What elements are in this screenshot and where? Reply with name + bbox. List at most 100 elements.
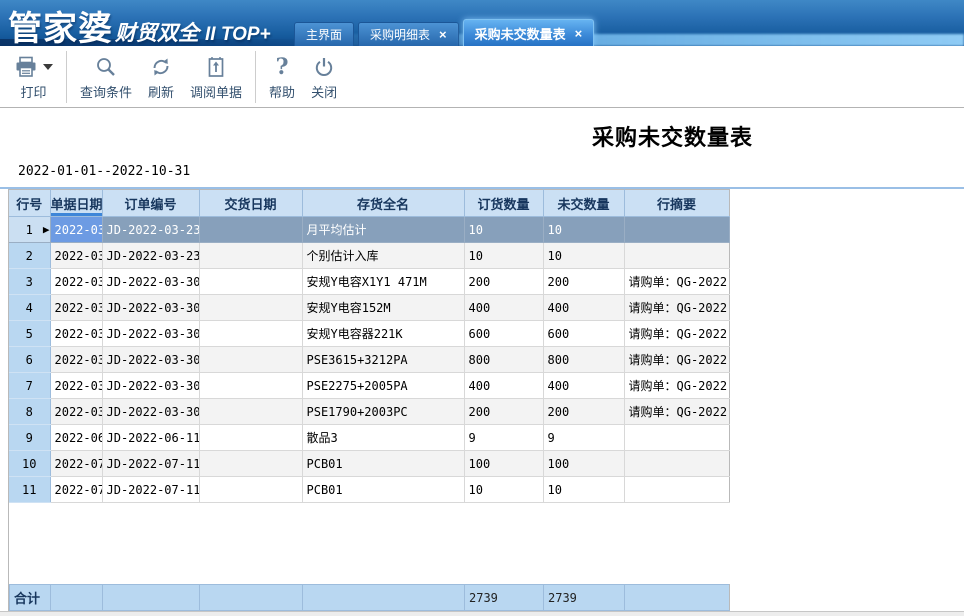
- cell-order_no[interactable]: JD-2022-03-30-000: [102, 399, 199, 425]
- cell-order_qty[interactable]: 400: [464, 295, 543, 321]
- row-number-cell[interactable]: 2: [9, 243, 50, 269]
- cell-order_no[interactable]: JD-2022-07-11-000: [102, 477, 199, 503]
- cell-undelivered_qty[interactable]: 600: [543, 321, 624, 347]
- cell-undelivered_qty[interactable]: 10: [543, 217, 624, 243]
- row-number-cell[interactable]: 1▶: [9, 217, 50, 243]
- cell-item_name[interactable]: PSE2275+2005PA: [302, 373, 464, 399]
- row-number-cell[interactable]: 7: [9, 373, 50, 399]
- cell-item_name[interactable]: PSE1790+2003PC: [302, 399, 464, 425]
- cell-undelivered_qty[interactable]: 10: [543, 477, 624, 503]
- cell-order_no[interactable]: JD-2022-03-30-000: [102, 295, 199, 321]
- cell-line_memo[interactable]: 请购单：QG-2022-0: [624, 321, 729, 347]
- column-header-1[interactable]: 单据日期: [50, 190, 102, 217]
- column-header-4[interactable]: 存货全名: [302, 190, 464, 217]
- cell-doc_date[interactable]: 2022-06-: [50, 425, 102, 451]
- cell-order_qty[interactable]: 10: [464, 477, 543, 503]
- cell-order_no[interactable]: JD-2022-03-23-000: [102, 243, 199, 269]
- close-button[interactable]: 关闭: [303, 49, 345, 105]
- cell-delivery_date[interactable]: [199, 477, 302, 503]
- cell-delivery_date[interactable]: [199, 399, 302, 425]
- cell-item_name[interactable]: PCB01: [302, 451, 464, 477]
- cell-order_qty[interactable]: 100: [464, 451, 543, 477]
- cell-line_memo[interactable]: [624, 217, 729, 243]
- cell-doc_date[interactable]: 2022-03-: [50, 217, 102, 243]
- cell-line_memo[interactable]: 请购单：QG-2022-0: [624, 347, 729, 373]
- column-header-6[interactable]: 未交数量: [543, 190, 624, 217]
- cell-line_memo[interactable]: 请购单：QG-2022-0: [624, 295, 729, 321]
- help-button[interactable]: ?帮助: [261, 49, 303, 105]
- row-number-cell[interactable]: 11: [9, 477, 50, 503]
- cell-order_qty[interactable]: 200: [464, 399, 543, 425]
- cell-doc_date[interactable]: 2022-03-: [50, 269, 102, 295]
- cell-order_no[interactable]: JD-2022-03-30-000: [102, 347, 199, 373]
- tab-close-icon[interactable]: ×: [575, 27, 583, 40]
- cell-doc_date[interactable]: 2022-03-: [50, 243, 102, 269]
- tab-purchase-detail[interactable]: 采购明细表×: [358, 22, 459, 46]
- cell-doc_date[interactable]: 2022-03-: [50, 347, 102, 373]
- cell-line_memo[interactable]: [624, 425, 729, 451]
- column-header-0[interactable]: 行号: [9, 190, 50, 217]
- query-button[interactable]: 查询条件: [72, 49, 140, 105]
- cell-doc_date[interactable]: 2022-03-: [50, 295, 102, 321]
- cell-item_name[interactable]: 安规Y电容X1Y1 471M: [302, 269, 464, 295]
- cell-line_memo[interactable]: 请购单：QG-2022-0: [624, 399, 729, 425]
- cell-line_memo[interactable]: [624, 243, 729, 269]
- cell-order_no[interactable]: JD-2022-03-30-000: [102, 269, 199, 295]
- cell-item_name[interactable]: 安规Y电容152M: [302, 295, 464, 321]
- cell-order_qty[interactable]: 9: [464, 425, 543, 451]
- cell-item_name[interactable]: 安规Y电容器221K: [302, 321, 464, 347]
- tab-purchase-undelivered[interactable]: 采购未交数量表×: [463, 19, 595, 46]
- cell-undelivered_qty[interactable]: 200: [543, 399, 624, 425]
- dropdown-caret-icon[interactable]: [43, 64, 53, 70]
- tab-close-icon[interactable]: ×: [439, 28, 447, 41]
- row-number-cell[interactable]: 9: [9, 425, 50, 451]
- cell-line_memo[interactable]: 请购单：QG-2022-0: [624, 269, 729, 295]
- column-header-5[interactable]: 订货数量: [464, 190, 543, 217]
- cell-undelivered_qty[interactable]: 400: [543, 373, 624, 399]
- cell-order_qty[interactable]: 600: [464, 321, 543, 347]
- recall-button[interactable]: 调阅单据: [182, 49, 250, 105]
- cell-doc_date[interactable]: 2022-03-: [50, 399, 102, 425]
- cell-line_memo[interactable]: [624, 451, 729, 477]
- cell-undelivered_qty[interactable]: 100: [543, 451, 624, 477]
- cell-item_name[interactable]: 个别估计入库: [302, 243, 464, 269]
- cell-delivery_date[interactable]: [199, 347, 302, 373]
- cell-item_name[interactable]: PSE3615+3212PA: [302, 347, 464, 373]
- print-button[interactable]: 打印: [6, 49, 61, 105]
- cell-delivery_date[interactable]: [199, 373, 302, 399]
- row-number-cell[interactable]: 10: [9, 451, 50, 477]
- cell-delivery_date[interactable]: [199, 217, 302, 243]
- row-number-cell[interactable]: 5: [9, 321, 50, 347]
- cell-order_no[interactable]: JD-2022-06-11-000: [102, 425, 199, 451]
- cell-undelivered_qty[interactable]: 9: [543, 425, 624, 451]
- tab-main[interactable]: 主界面: [294, 22, 354, 46]
- cell-order_qty[interactable]: 10: [464, 217, 543, 243]
- cell-undelivered_qty[interactable]: 200: [543, 269, 624, 295]
- refresh-button[interactable]: 刷新: [140, 49, 182, 105]
- row-number-cell[interactable]: 6: [9, 347, 50, 373]
- cell-order_no[interactable]: JD-2022-03-30-000: [102, 373, 199, 399]
- cell-order_qty[interactable]: 400: [464, 373, 543, 399]
- cell-doc_date[interactable]: 2022-07-: [50, 451, 102, 477]
- cell-doc_date[interactable]: 2022-03-: [50, 321, 102, 347]
- row-number-cell[interactable]: 3: [9, 269, 50, 295]
- cell-undelivered_qty[interactable]: 800: [543, 347, 624, 373]
- column-header-2[interactable]: 订单编号: [102, 190, 199, 217]
- cell-line_memo[interactable]: [624, 477, 729, 503]
- cell-order_no[interactable]: JD-2022-03-30-000: [102, 321, 199, 347]
- cell-doc_date[interactable]: 2022-07-: [50, 477, 102, 503]
- cell-order_no[interactable]: JD-2022-07-11-000: [102, 451, 199, 477]
- cell-delivery_date[interactable]: [199, 269, 302, 295]
- cell-doc_date[interactable]: 2022-03-: [50, 373, 102, 399]
- cell-delivery_date[interactable]: [199, 243, 302, 269]
- cell-item_name[interactable]: 月平均估计: [302, 217, 464, 243]
- row-number-cell[interactable]: 8: [9, 399, 50, 425]
- cell-delivery_date[interactable]: [199, 321, 302, 347]
- row-number-cell[interactable]: 4: [9, 295, 50, 321]
- cell-item_name[interactable]: 散品3: [302, 425, 464, 451]
- cell-order_no[interactable]: JD-2022-03-23-000: [102, 217, 199, 243]
- cell-undelivered_qty[interactable]: 400: [543, 295, 624, 321]
- cell-delivery_date[interactable]: [199, 451, 302, 477]
- cell-line_memo[interactable]: 请购单：QG-2022-0: [624, 373, 729, 399]
- cell-order_qty[interactable]: 10: [464, 243, 543, 269]
